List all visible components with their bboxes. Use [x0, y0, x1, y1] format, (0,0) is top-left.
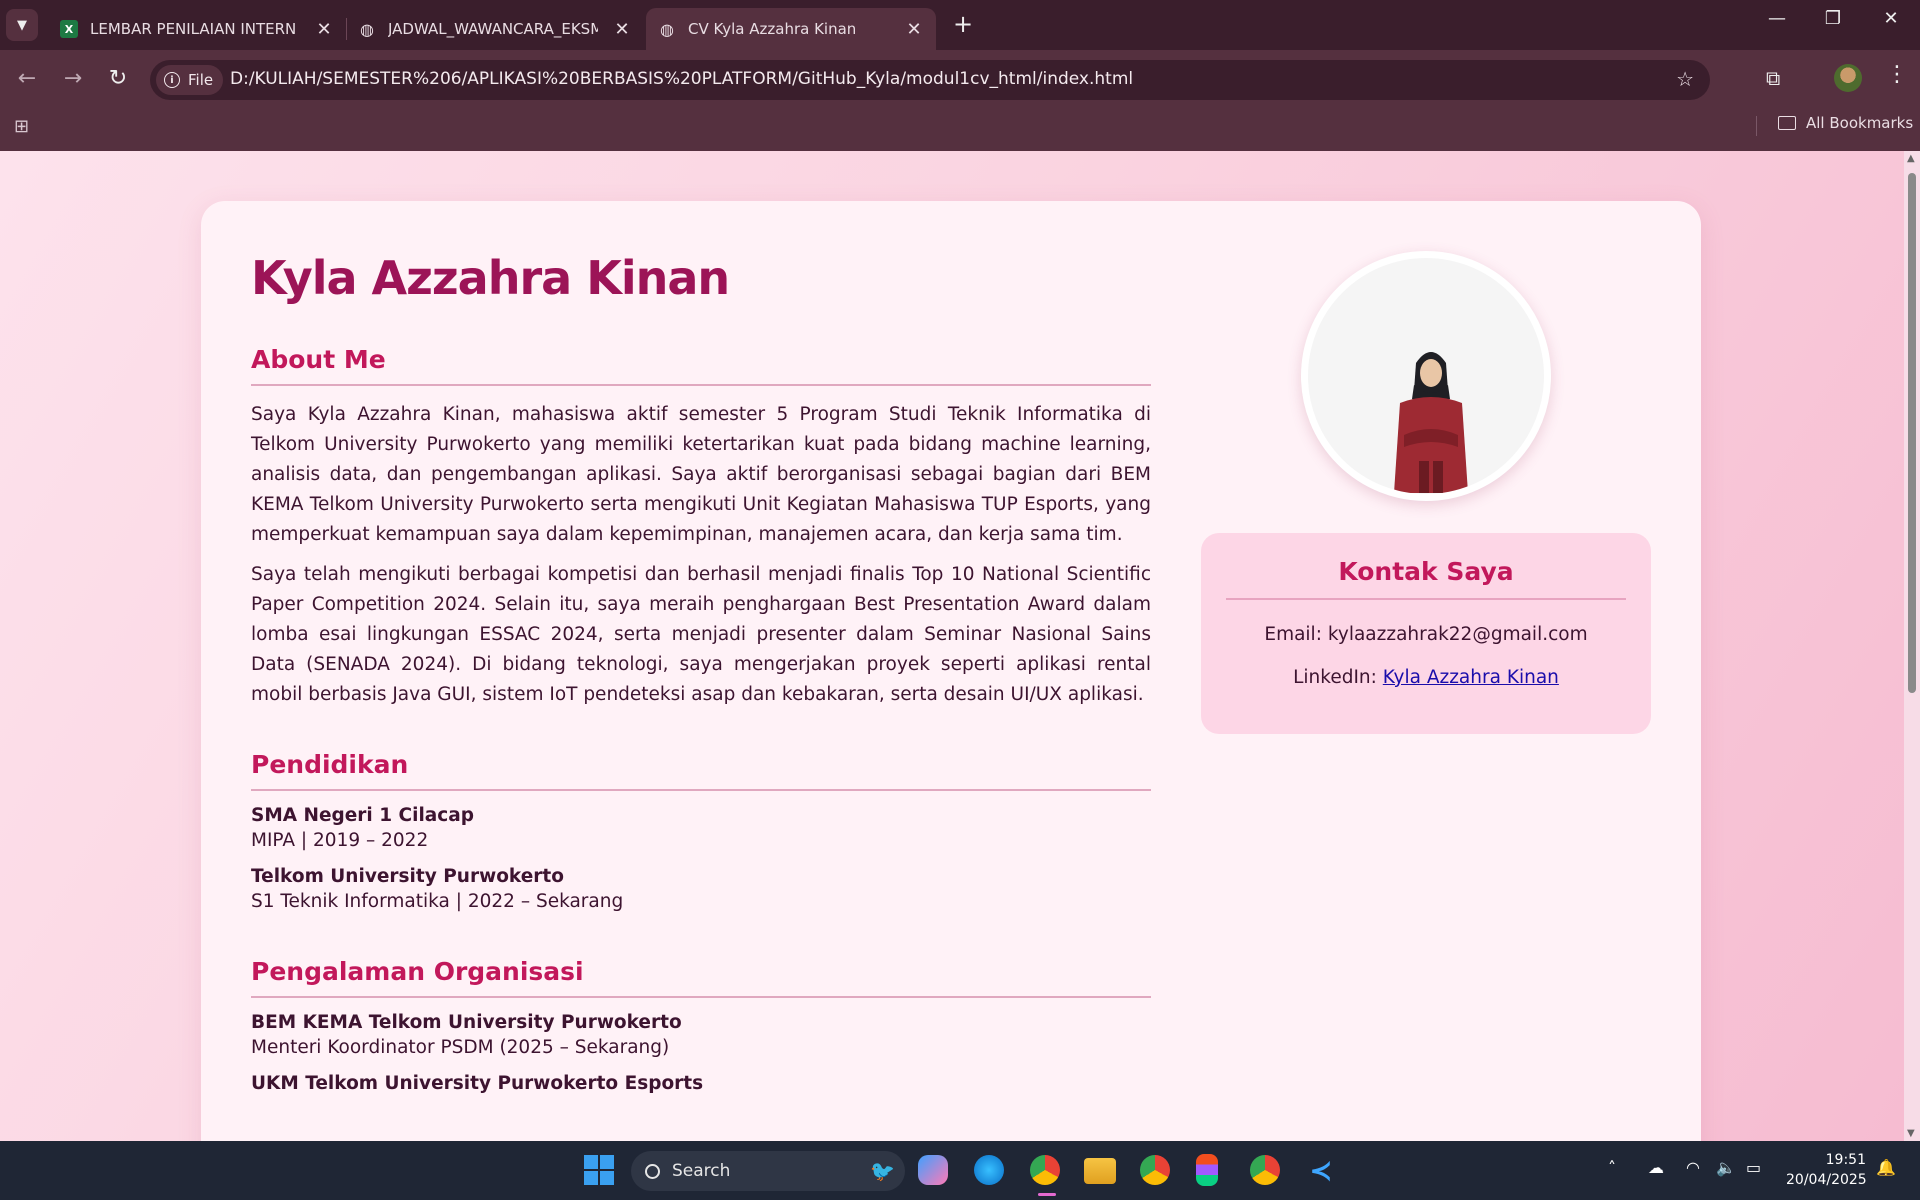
chevron-down-icon: ▼: [17, 17, 27, 33]
education-item: SMA Negeri 1 Cilacap MIPA | 2019 – 2022: [251, 805, 1151, 856]
organization-heading: Pengalaman Organisasi: [251, 957, 1151, 998]
organization-detail: Menteri Koordinator PSDM (2025 – Sekaran…: [251, 1037, 670, 1058]
about-paragraph-2: Saya telah mengikuti berbagai kompetisi …: [251, 564, 1151, 705]
more-menu-icon[interactable]: ⋮: [1886, 62, 1908, 87]
battery-icon[interactable]: ▭: [1746, 1158, 1761, 1177]
clock-date: 20/04/2025: [1786, 1172, 1867, 1188]
folder-icon: [1778, 116, 1796, 130]
edge-icon[interactable]: [974, 1155, 1004, 1185]
browser-toolbar: ← → ↻ i File D:/KULIAH/SEMESTER%206/APLI…: [0, 50, 1920, 158]
clock-time: 19:51: [1825, 1152, 1866, 1168]
about-heading: About Me: [251, 345, 1151, 386]
email-value: kylaazzahrak22@gmail.com: [1327, 624, 1588, 645]
tab-title: JADWAL_WAWANCARA_EKSMU: [388, 20, 598, 38]
windows-taskbar: Search 🐦 ≺: [0, 1141, 1920, 1200]
all-bookmarks-label: All Bookmarks: [1806, 114, 1914, 132]
education-detail: MIPA | 2019 – 2022: [251, 830, 429, 851]
taskbar-clock[interactable]: 19:51 20/04/2025: [1786, 1150, 1867, 1190]
person-photo-icon: [1394, 352, 1468, 493]
organization-item: UKM Telkom University Purwokerto Esports: [251, 1073, 1151, 1094]
tab-cv-kyla[interactable]: ◍ CV Kyla Azzahra Kinan ✕: [646, 8, 936, 50]
cloud-icon[interactable]: ☁: [1648, 1158, 1664, 1177]
email-line: Email: kylaazzahrak22@gmail.com: [1226, 620, 1626, 650]
chrome-icon[interactable]: [1030, 1155, 1060, 1185]
scroll-up-icon[interactable]: ▲: [1907, 153, 1915, 164]
close-icon[interactable]: ✕: [612, 19, 632, 40]
contact-box: Kontak Saya Email: kylaazzahrak22@gmail.…: [1201, 533, 1651, 734]
page-title: Kyla Azzahra Kinan: [251, 251, 730, 305]
restore-button[interactable]: ❐: [1813, 8, 1853, 29]
figma-icon[interactable]: [1196, 1154, 1218, 1186]
profile-photo: [1301, 251, 1551, 501]
globe-icon: ◍: [660, 19, 674, 39]
tab-jadwal-wawancara[interactable]: ◍ JADWAL_WAWANCARA_EKSMU ✕: [346, 8, 644, 50]
all-bookmarks-button[interactable]: All Bookmarks: [1778, 114, 1913, 132]
close-window-button[interactable]: ✕: [1871, 8, 1911, 29]
about-paragraph-1: Saya Kyla Azzahra Kinan, mahasiswa aktif…: [251, 404, 1151, 545]
copilot-icon[interactable]: [918, 1155, 948, 1185]
education-school: SMA Negeri 1 Cilacap: [251, 805, 474, 826]
scroll-down-icon[interactable]: ▼: [1907, 1128, 1915, 1139]
info-icon: i: [164, 72, 180, 88]
extensions-icon[interactable]: ⧉: [1766, 66, 1780, 90]
contact-heading: Kontak Saya: [1226, 557, 1626, 600]
profile-avatar[interactable]: [1834, 64, 1862, 92]
file-label: File: [188, 71, 214, 89]
bookmarks-divider: [1756, 116, 1757, 136]
address-bar[interactable]: i File D:/KULIAH/SEMESTER%206/APLIKASI%2…: [150, 60, 1710, 100]
active-app-indicator: [1038, 1193, 1056, 1196]
search-label: Search: [672, 1161, 731, 1181]
scrollbar-thumb[interactable]: [1908, 173, 1916, 693]
main-column: Kyla Azzahra Kinan About Me Saya Kyla Az…: [251, 251, 1151, 1094]
notification-icon[interactable]: 🔔: [1876, 1158, 1896, 1177]
apps-grid-icon[interactable]: ⊞: [14, 116, 29, 137]
linkedin-label: LinkedIn:: [1293, 667, 1377, 688]
wifi-icon[interactable]: ◠: [1686, 1158, 1700, 1177]
tab-search-button[interactable]: ▼: [6, 9, 38, 41]
file-explorer-icon[interactable]: [1084, 1158, 1116, 1184]
side-column: Kontak Saya Email: kylaazzahrak22@gmail.…: [1201, 251, 1651, 734]
organization-name: UKM Telkom University Purwokerto Esports: [251, 1073, 704, 1094]
bookmark-star-icon[interactable]: ☆: [1676, 67, 1694, 91]
vscode-icon[interactable]: ≺: [1304, 1153, 1338, 1187]
site-info-chip[interactable]: i File: [156, 65, 224, 95]
new-tab-button[interactable]: +: [948, 10, 978, 38]
tab-title: CV Kyla Azzahra Kinan: [688, 20, 857, 38]
education-school: Telkom University Purwokerto: [251, 866, 564, 887]
reload-button[interactable]: ↻: [103, 66, 133, 91]
tray-overflow-icon[interactable]: ˄: [1608, 1158, 1616, 1177]
tab-lembar-penilaian[interactable]: X LEMBAR PENILAIAN INTERN BE ✕: [48, 8, 346, 50]
back-button[interactable]: ←: [12, 66, 42, 91]
education-detail: S1 Teknik Informatika | 2022 – Sekarang: [251, 891, 624, 912]
minimize-button[interactable]: —: [1757, 8, 1797, 29]
cv-card: Kyla Azzahra Kinan About Me Saya Kyla Az…: [201, 201, 1701, 1141]
organization-name: BEM KEMA Telkom University Purwokerto: [251, 1012, 682, 1033]
linkedin-link[interactable]: Kyla Azzahra Kinan: [1383, 667, 1559, 688]
page-scrollbar[interactable]: ▲ ▼: [1904, 151, 1920, 1141]
chrome-profile-2-icon[interactable]: [1250, 1155, 1280, 1185]
education-heading: Pendidikan: [251, 750, 1151, 791]
forward-button[interactable]: →: [58, 66, 88, 91]
close-icon[interactable]: ✕: [314, 19, 334, 40]
email-label: Email:: [1264, 624, 1322, 645]
search-icon: [645, 1163, 660, 1179]
windows-logo-icon: [584, 1155, 614, 1185]
bird-decoration-icon: 🐦: [870, 1159, 895, 1183]
close-icon[interactable]: ✕: [904, 19, 924, 40]
organization-item: BEM KEMA Telkom University Purwokerto Me…: [251, 1012, 1151, 1063]
start-button[interactable]: [582, 1153, 616, 1187]
page-viewport: Kyla Azzahra Kinan About Me Saya Kyla Az…: [0, 151, 1904, 1141]
tab-title: LEMBAR PENILAIAN INTERN BE: [90, 20, 300, 38]
chrome-profile-icon[interactable]: [1140, 1155, 1170, 1185]
tab-strip: ▼ X LEMBAR PENILAIAN INTERN BE ✕ ◍ JADWA…: [0, 0, 1920, 50]
excel-icon: X: [60, 20, 78, 38]
education-item: Telkom University Purwokerto S1 Teknik I…: [251, 866, 1151, 917]
taskbar-search[interactable]: Search 🐦: [631, 1151, 905, 1191]
linkedin-line: LinkedIn: Kyla Azzahra Kinan: [1226, 663, 1626, 693]
volume-icon[interactable]: 🔈: [1716, 1158, 1736, 1177]
url-text[interactable]: D:/KULIAH/SEMESTER%206/APLIKASI%20BERBAS…: [230, 69, 1133, 89]
globe-icon: ◍: [360, 19, 374, 39]
